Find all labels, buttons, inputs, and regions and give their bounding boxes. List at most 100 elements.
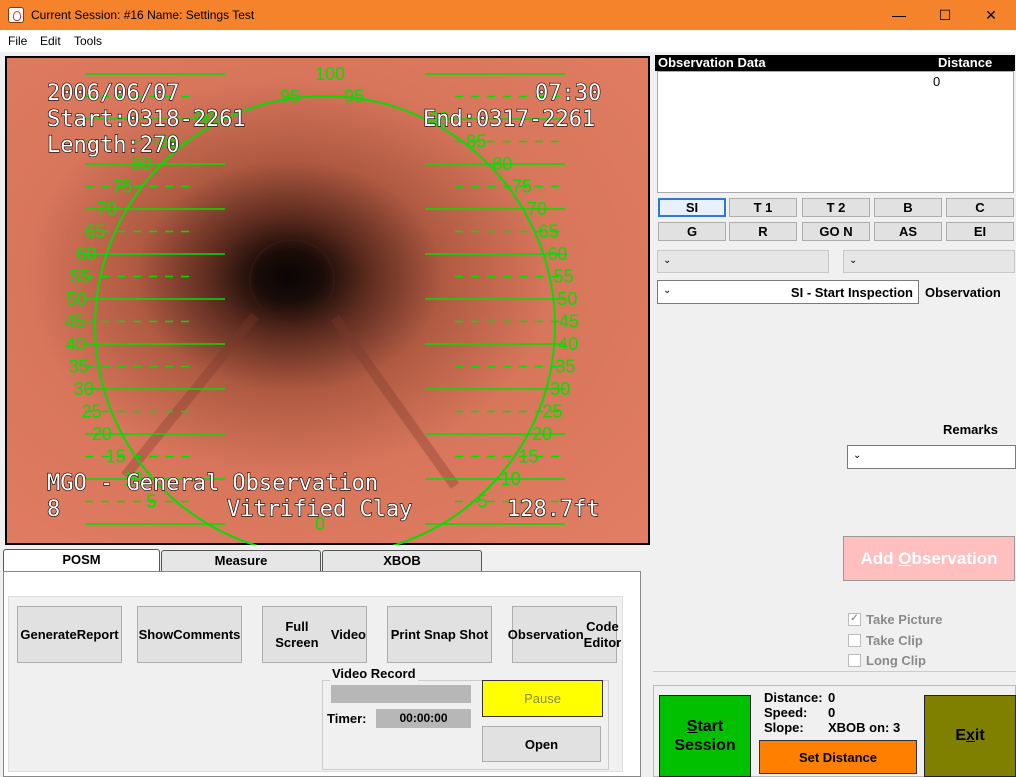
- scale-tick-label: 20: [92, 424, 112, 444]
- scale-tick-label: 40: [558, 334, 578, 354]
- scale-tick-label: 65: [85, 222, 105, 242]
- distance-column-header: Distance: [938, 55, 993, 70]
- chevron-down-icon: ⌄: [849, 255, 858, 266]
- scale-tick-label: 75: [112, 177, 132, 197]
- scale-tick-label: 35: [555, 357, 575, 377]
- observation-label: Observation: [925, 285, 1001, 300]
- add-observation-button[interactable]: Add Observation: [843, 536, 1015, 581]
- code-button-r[interactable]: R: [729, 222, 797, 241]
- checkbox-empty-icon: [848, 634, 861, 647]
- pause-button[interactable]: Pause: [482, 680, 603, 717]
- timer-label: Timer:: [327, 711, 367, 726]
- scale-tick-label: 95: [344, 87, 364, 107]
- tab-xbob[interactable]: XBOB: [322, 550, 482, 571]
- scale-tick-label: 15: [106, 447, 126, 467]
- checkbox-empty-icon: [848, 654, 861, 667]
- timer-value: 00:00:00: [376, 709, 471, 728]
- overlay-length: Length:270: [47, 133, 179, 158]
- code-button-c[interactable]: C: [946, 198, 1014, 217]
- remarks-dropdown[interactable]: ⌄: [847, 445, 1016, 469]
- scale-tick-label: 15: [518, 447, 538, 467]
- observation-filter-dropdown-1[interactable]: ⌄: [657, 250, 829, 273]
- exit-button[interactable]: Exit: [924, 695, 1016, 777]
- generate-report-button[interactable]: Generate Report: [17, 606, 122, 663]
- observation-filter-dropdown-2[interactable]: ⌄: [843, 250, 1015, 273]
- print-snap-shot-button[interactable]: Print Snap Shot: [387, 606, 492, 663]
- full-screen-video-button[interactable]: Full Screen Video: [262, 606, 367, 663]
- observation-distance-value: 0: [933, 74, 941, 89]
- checkbox-checked-icon: ✓: [848, 613, 861, 626]
- overlay-distance: 128.7ft: [507, 497, 600, 522]
- observation-code-editor-button[interactable]: Observation Code Editor: [508, 606, 621, 663]
- start-session-button[interactable]: Start Session: [659, 695, 751, 777]
- scale-tick-label: 50: [67, 289, 87, 309]
- close-button[interactable]: ✕: [968, 0, 1014, 30]
- observation-dropdown-value: SI - Start Inspection: [790, 285, 913, 300]
- scale-tick-label: 100: [315, 64, 345, 84]
- code-button-g[interactable]: G: [658, 222, 726, 241]
- code-button-as[interactable]: AS: [874, 222, 942, 241]
- scale-tick-label: 5: [478, 492, 488, 512]
- scale-tick-label: 30: [550, 379, 570, 399]
- video-feed[interactable]: 100 95 95 90 90 85 85 80 80 75 75 70 70 65 65 60 60 55 55 5…: [5, 56, 650, 545]
- distance-value: 0: [828, 690, 836, 705]
- open-button[interactable]: Open: [482, 726, 601, 762]
- app-icon: [8, 7, 24, 23]
- scale-tick-label: 65: [539, 222, 559, 242]
- chevron-down-icon: ⌄: [853, 450, 862, 461]
- scale-tick-label: 45: [559, 312, 579, 332]
- overlay-start: Start:0318-2261: [47, 107, 246, 132]
- code-button-t1[interactable]: T 1: [729, 198, 797, 217]
- code-button-si[interactable]: SI: [658, 198, 726, 217]
- scale-tick-label: 85: [466, 132, 486, 152]
- maximize-button[interactable]: ☐: [922, 0, 968, 30]
- scale-tick-label: 35: [69, 357, 89, 377]
- menu-bar: [0, 30, 1016, 52]
- observation-data-title: Observation Data: [658, 55, 766, 70]
- record-progress-bar: [331, 685, 471, 703]
- scale-tick-label: 45: [65, 312, 85, 332]
- overlay-time: 07:30: [535, 81, 601, 106]
- show-comments-button[interactable]: Show Comments: [137, 606, 242, 663]
- scale-tick-label: 95: [280, 87, 300, 107]
- code-button-b[interactable]: B: [874, 198, 942, 217]
- scale-tick-label: 55: [70, 267, 90, 287]
- set-distance-button[interactable]: Set Distance: [759, 740, 917, 774]
- overlay-date: 2006/06/07: [47, 81, 179, 106]
- tab-posm[interactable]: POSM: [3, 549, 160, 572]
- take-clip-checkbox[interactable]: Take Clip: [848, 633, 923, 648]
- window-title: Current Session: #16 Name: Settings Test: [31, 8, 255, 22]
- scale-tick-label: 70: [97, 199, 117, 219]
- speed-value: 0: [828, 705, 836, 720]
- scale-tick-label: 60: [547, 244, 567, 264]
- tab-measure[interactable]: Measure: [161, 550, 321, 571]
- code-button-gon[interactable]: GO N: [802, 222, 870, 241]
- scale-tick-label: 55: [554, 267, 574, 287]
- minimize-button[interactable]: —: [876, 0, 922, 30]
- overlay-row-number: 8: [47, 497, 60, 522]
- long-clip-checkbox[interactable]: Long Clip: [848, 653, 926, 668]
- scale-tick-label: 25: [81, 402, 101, 422]
- observation-list[interactable]: 0: [657, 71, 1014, 193]
- menu-edit[interactable]: Edit: [40, 34, 61, 48]
- scale-tick-label: 10: [501, 469, 521, 489]
- slope-label: Slope:: [764, 720, 804, 735]
- scale-tick-label: 80: [492, 154, 512, 174]
- speed-label: Speed:: [764, 705, 808, 720]
- menu-file[interactable]: File: [8, 34, 27, 48]
- observation-data-header: Observation Data Distance: [655, 55, 1015, 71]
- scale-tick-label: 50: [557, 289, 577, 309]
- scale-tick-label: 75: [512, 177, 532, 197]
- overlay-observation: MGO - General Observation: [47, 471, 378, 496]
- scale-tick-label: 20: [532, 424, 552, 444]
- menu-tools[interactable]: Tools: [74, 34, 102, 48]
- scale-tick-label: 70: [527, 199, 547, 219]
- observation-dropdown[interactable]: ⌄ SI - Start Inspection: [657, 280, 919, 304]
- code-button-ei[interactable]: EI: [946, 222, 1014, 241]
- overlay-end: End:0317-2261: [423, 107, 595, 132]
- scale-tick-label: 60: [77, 244, 97, 264]
- take-picture-checkbox[interactable]: ✓ Take Picture: [848, 612, 942, 627]
- video-overlay: 10095 9590 9085 8580 8075 7570 7065 6560 6055 555…: [7, 58, 648, 545]
- code-button-t2[interactable]: T 2: [802, 198, 870, 217]
- scale-tick-label: 25: [543, 402, 563, 422]
